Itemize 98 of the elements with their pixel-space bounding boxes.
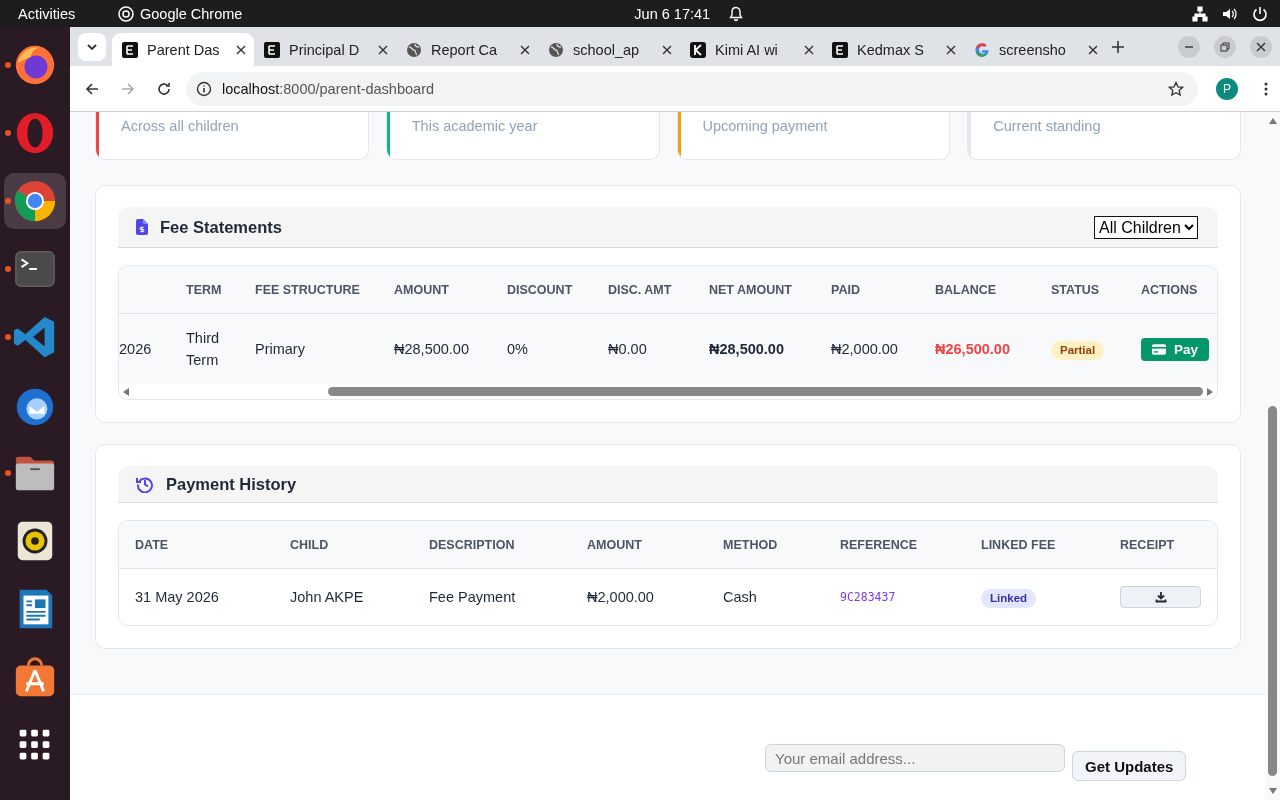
- column-header: DISCOUNT: [507, 282, 574, 297]
- email-input-field[interactable]: Your email address...: [765, 744, 1065, 772]
- k-logo-icon: [690, 41, 706, 58]
- table-cell-text: 2026: [119, 340, 153, 359]
- scrollbar-thumb[interactable]: [1268, 406, 1277, 776]
- browser-tab[interactable]: school_ap: [538, 33, 680, 66]
- tab-search-button[interactable]: [78, 32, 106, 61]
- scroll-up-icon[interactable]: [1268, 118, 1277, 124]
- globe-icon: [548, 41, 564, 58]
- close-icon[interactable]: [804, 44, 814, 55]
- column-header: PAID: [831, 282, 861, 297]
- browser-tab[interactable]: Kedmax S: [822, 33, 964, 66]
- stat-subtitle: This academic year: [411, 118, 538, 134]
- site-logo-icon: [832, 41, 848, 58]
- restore-icon: [1220, 41, 1230, 52]
- scrollbar-thumb[interactable]: [328, 387, 1203, 396]
- back-icon[interactable]: [84, 80, 100, 97]
- browser-tab[interactable]: Kimi AI wi: [680, 33, 822, 66]
- site-info-icon[interactable]: [196, 80, 212, 97]
- column-header: METHOD: [723, 537, 779, 552]
- close-icon[interactable]: [1088, 44, 1098, 55]
- column-header: AMOUNT: [394, 282, 450, 297]
- column-header: LINKED FEE: [981, 537, 1057, 552]
- g-logo-icon: [974, 41, 990, 58]
- power-icon[interactable]: [1252, 5, 1268, 22]
- history-icon: [136, 475, 154, 493]
- close-icon[interactable]: [520, 44, 530, 55]
- bell-icon: [728, 5, 745, 22]
- table-cell-text: ₦28,500.00: [394, 340, 470, 359]
- site-logo-icon: [122, 41, 138, 58]
- scroll-right-icon[interactable]: [1207, 387, 1213, 396]
- minimize-button[interactable]: [1178, 35, 1200, 58]
- section-title: Fee Statements: [160, 217, 282, 237]
- table-cell-text: ₦2,000.00: [831, 340, 899, 359]
- column-header: TERM: [186, 282, 223, 297]
- close-icon[interactable]: [378, 44, 388, 55]
- browser-tab[interactable]: screensho: [964, 33, 1106, 66]
- table-cell-text: ₦0.00: [608, 340, 648, 359]
- invoice-icon: [136, 219, 148, 235]
- close-window-button[interactable]: [1250, 35, 1272, 58]
- column-header: RECEIPT: [1120, 537, 1176, 552]
- site-logo-icon: [264, 41, 280, 58]
- address-bar[interactable]: localhost:8000/parent-dashboard: [186, 71, 1198, 106]
- table-cell-text: ₦26,500.00: [935, 340, 1011, 359]
- column-header: BALANCE: [935, 282, 998, 297]
- table-cell-text: 31 May 2026: [135, 588, 220, 607]
- stat-subtitle: Upcoming payment: [702, 118, 828, 134]
- browser-tab[interactable]: Report Ca: [396, 33, 538, 66]
- dock-item-highlight[interactable]: [4, 173, 66, 229]
- browser-tab[interactable]: Parent Das: [112, 33, 254, 66]
- children-filter-dropdown[interactable]: All Children: [1094, 215, 1198, 239]
- reference-code: 9C283437: [840, 589, 897, 606]
- restore-button[interactable]: [1214, 35, 1236, 58]
- download-receipt-button[interactable]: [1120, 586, 1201, 608]
- get-updates-button[interactable]: Get Updates: [1072, 751, 1187, 781]
- table-cell-text: Cash: [723, 588, 758, 607]
- table-cell-text: 0%: [507, 340, 529, 359]
- column-header: DESCRIPTION: [429, 537, 516, 552]
- close-icon[interactable]: [946, 44, 956, 55]
- column-header: DATE: [135, 537, 170, 552]
- table-cell-text: Primary: [255, 340, 306, 359]
- scroll-down-icon[interactable]: [1268, 788, 1277, 794]
- profile-avatar[interactable]: P: [1216, 77, 1238, 100]
- table-cell-text: Fee Payment: [429, 588, 517, 607]
- new-tab-icon[interactable]: [1112, 40, 1124, 53]
- table-cell-text: ₦2,000.00: [587, 588, 655, 607]
- network-icon[interactable]: [1192, 5, 1208, 22]
- column-header: AMOUNT: [587, 537, 643, 552]
- download-icon: [1154, 591, 1167, 603]
- stat-subtitle: Across all children: [121, 118, 239, 134]
- status-badge: Partial: [1051, 341, 1105, 360]
- globe-icon: [406, 41, 422, 58]
- linked-badge: Linked: [981, 589, 1037, 608]
- column-header: DISC. AMT: [608, 282, 673, 297]
- column-header: CHILD: [290, 537, 330, 552]
- bookmark-star-icon[interactable]: [1168, 80, 1184, 97]
- close-icon[interactable]: [236, 44, 246, 55]
- stat-subtitle: Current standing: [993, 118, 1101, 134]
- horizontal-scrollbar[interactable]: [119, 384, 1217, 399]
- pay-button[interactable]: Pay: [1141, 337, 1210, 361]
- table-cell-text: John AKPE: [290, 588, 365, 607]
- section-title: Payment History: [166, 474, 297, 494]
- column-header: STATUS: [1051, 282, 1101, 297]
- browser-tab[interactable]: Principal D: [254, 33, 396, 66]
- close-icon[interactable]: [662, 44, 672, 55]
- column-header: ACTIONS: [1141, 282, 1199, 297]
- activities-button[interactable]: Activities: [18, 5, 118, 22]
- column-header: NET AMOUNT: [709, 282, 793, 297]
- table-cell-text: ₦28,500.00: [709, 340, 785, 359]
- table-cell-text: Third Term: [186, 329, 221, 370]
- app-menu[interactable]: Google Chrome: [118, 5, 243, 22]
- credit-card-icon: [1152, 343, 1166, 355]
- column-header: FEE STRUCTURE: [255, 282, 361, 297]
- column-header: REFERENCE: [840, 537, 919, 552]
- reload-icon[interactable]: [156, 80, 172, 97]
- close-icon: [1256, 41, 1266, 52]
- scroll-left-icon[interactable]: [123, 387, 129, 396]
- clock[interactable]: Jun 6 17:41: [634, 5, 711, 22]
